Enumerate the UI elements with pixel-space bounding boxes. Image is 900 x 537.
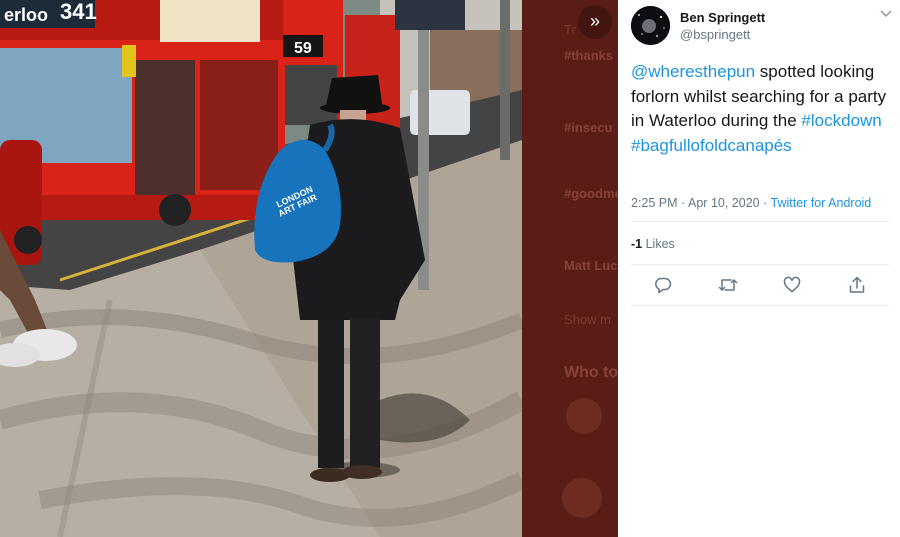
meta-separator: · [681,196,686,210]
street-scene-image: erloo 341 59 LONDON ART FAIR [0,0,522,537]
expand-icon[interactable]: » [578,5,612,39]
ghost-trend: Matt Luc [564,258,618,273]
ghost-avatar [566,398,602,434]
tweet-date[interactable]: Apr 10, 2020 [688,196,760,210]
ghost-who-to-follow: Who to [564,364,618,381]
tweet-actions [631,266,889,304]
tweet-photo[interactable]: erloo 341 59 LONDON ART FAIR [0,0,522,537]
share-icon[interactable] [841,269,873,301]
tweet-meta: 2:25 PM · Apr 10, 2020 · Twitter for And… [631,196,871,210]
ghost-trend: #insecu [564,120,613,135]
author-handle[interactable]: @bspringett [680,27,750,42]
hashtag-link[interactable]: #bagfullofoldcanapés [631,136,792,155]
tweet-text: @wheresthepun spotted looking forlorn wh… [631,60,893,158]
dimmed-timeline-backdrop[interactable]: » Tr #thanks #insecu #goodme Matt Luc Sh… [522,0,618,537]
likes-label: Likes [645,237,675,251]
bus-left-sign: erloo [4,5,48,25]
ghost-show-more: Show m [564,312,611,327]
likes-count: -1 [631,237,643,251]
author-name[interactable]: Ben Springett [680,10,765,25]
ghost-trend: Tr [564,22,576,37]
retweet-icon[interactable] [712,269,744,301]
mention-link[interactable]: @wheresthepun [631,62,755,81]
tweet-detail-panel: Ben Springett @bspringett @wheresthepun … [618,0,900,537]
divider [631,264,889,265]
bus-left-route: 341 [60,0,97,24]
chevron-down-icon[interactable] [880,7,892,21]
hashtag-link[interactable]: #lockdown [801,111,881,130]
bus-middle-route: 59 [294,40,312,57]
avatar-image [631,6,670,45]
meta-separator: · [763,196,768,210]
tweet-time[interactable]: 2:25 PM [631,196,678,210]
ghost-trend: #thanks [564,48,614,63]
divider [631,221,889,222]
avatar[interactable] [631,6,670,45]
reply-icon[interactable] [647,269,679,301]
like-icon[interactable] [776,269,808,301]
ghost-trend: #goodme [564,186,618,201]
likes-stat[interactable]: -1 Likes [631,237,675,251]
ghost-avatar [562,478,602,518]
tweet-source-link[interactable]: Twitter for Android [771,196,872,210]
divider [631,305,889,306]
